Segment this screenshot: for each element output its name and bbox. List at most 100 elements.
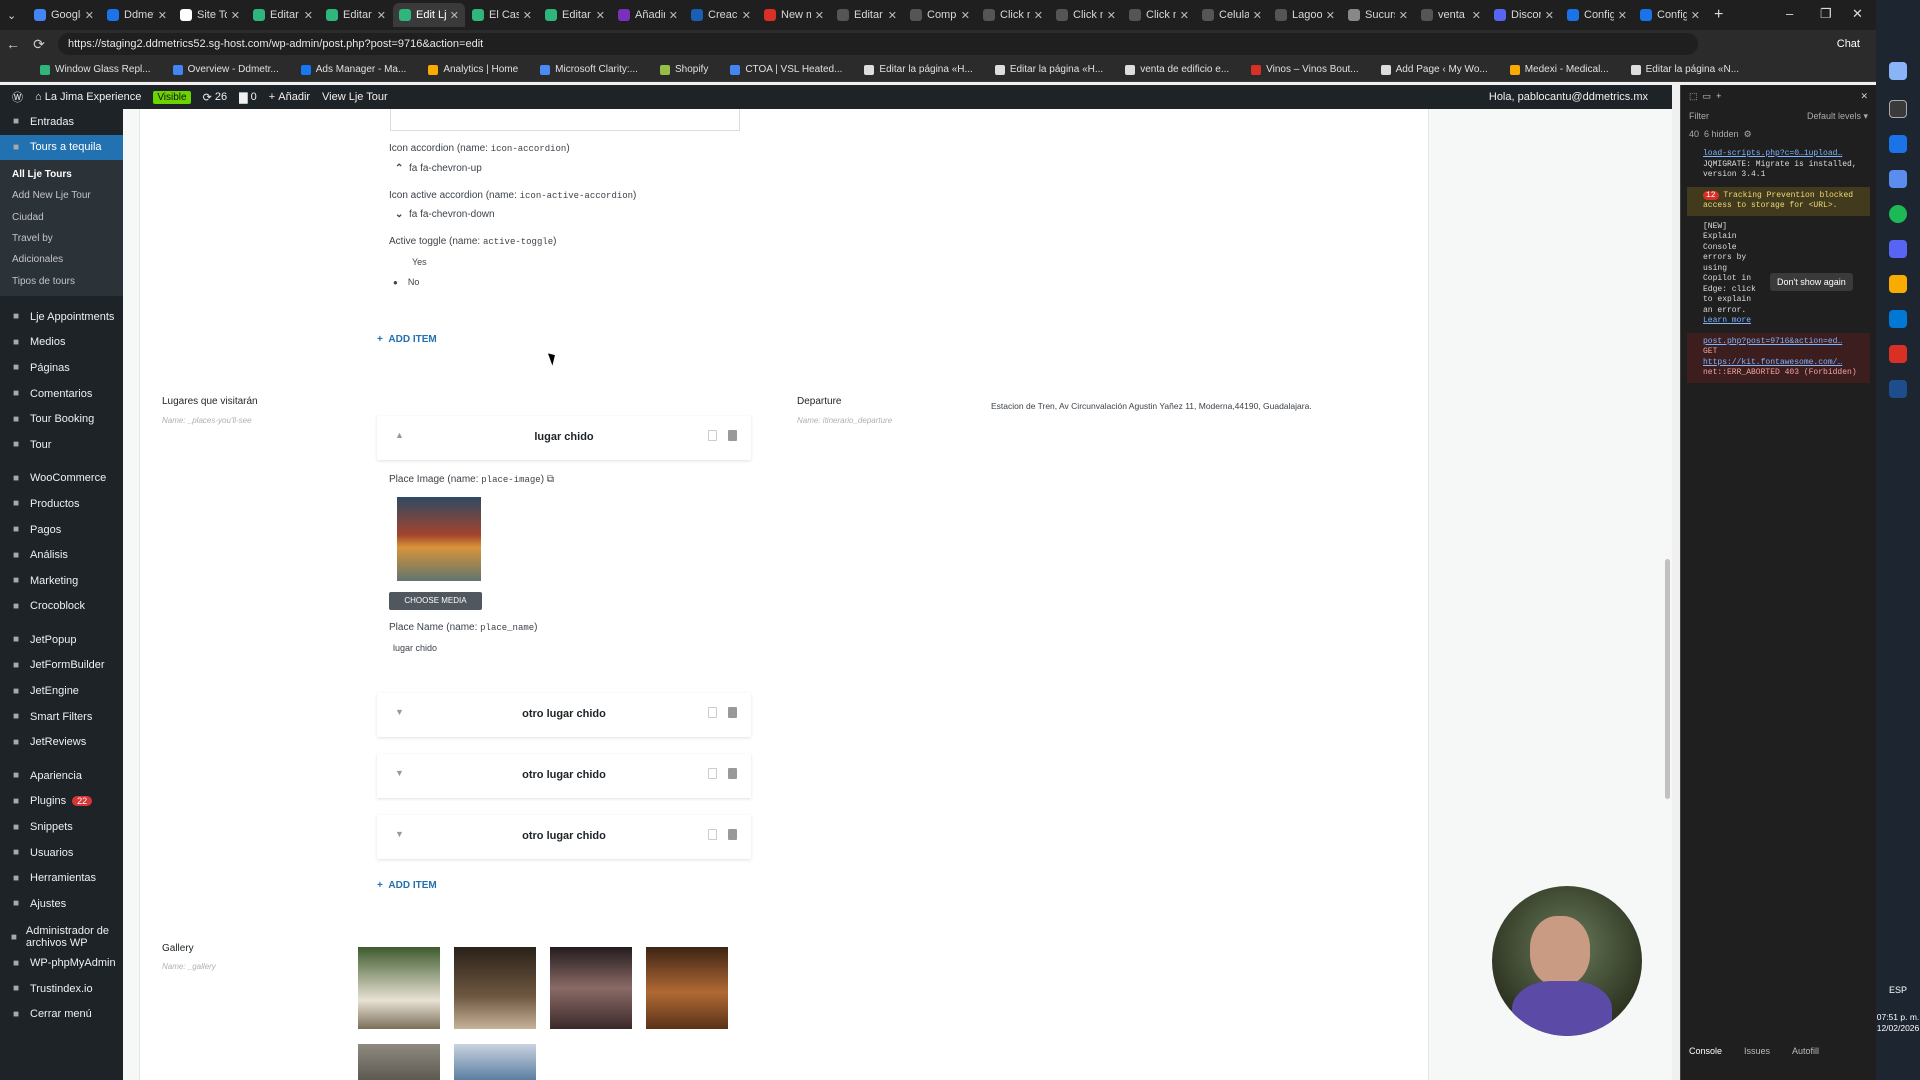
close-tab-icon[interactable]: ✕: [1034, 9, 1043, 22]
close-tab-icon[interactable]: ✕: [1472, 9, 1481, 22]
sidebar-item[interactable]: ■ Smart Filters: [0, 704, 123, 730]
radio-no[interactable]: ● No: [393, 277, 419, 287]
sidebar-subitem[interactable]: Tipos de tours: [0, 271, 123, 292]
sidebar-item[interactable]: ■ Snippets: [0, 814, 123, 840]
autofill-tab[interactable]: Autofill: [1792, 1046, 1819, 1056]
url-input[interactable]: https://staging2.ddmetrics52.sg-host.com…: [58, 33, 1698, 55]
trash-icon[interactable]: [728, 707, 737, 718]
sidebar-item[interactable]: ■ Ajustes: [0, 891, 123, 917]
bookmark-item[interactable]: CTOA | VSL Heated...: [730, 64, 842, 75]
sidebar-item[interactable]: ■ Comentarios: [0, 381, 123, 407]
sidebar-item[interactable]: ■ Tour: [0, 432, 123, 458]
inspect-icon[interactable]: ⬚: [1689, 91, 1698, 102]
add-new-link[interactable]: + Añadir: [269, 91, 310, 103]
bookmark-item[interactable]: Editar la página «H...: [994, 64, 1103, 75]
repeater-item-header[interactable]: ▼ otro lugar chido: [377, 693, 751, 737]
browser-tab[interactable]: Creació ✕: [685, 3, 757, 27]
sidebar-item[interactable]: ■ Medios: [0, 330, 123, 356]
browser-tab[interactable]: Lagoon ✕: [1269, 3, 1341, 27]
sidebar-item[interactable]: ■ WP-phpMyAdmin: [0, 950, 123, 976]
gear-icon[interactable]: ⚙: [1744, 129, 1752, 140]
levels-dropdown[interactable]: Default levels ▾: [1807, 111, 1868, 122]
gallery-image[interactable]: [454, 1044, 536, 1080]
maximize-icon[interactable]: ❐: [1820, 6, 1832, 22]
language-indicator[interactable]: ESP: [1876, 985, 1920, 995]
close-tab-icon[interactable]: ✕: [1107, 9, 1116, 22]
refresh-icon[interactable]: ⟳: [26, 36, 52, 53]
place-name-input[interactable]: lugar chido: [393, 643, 437, 653]
acrobat-icon[interactable]: [1889, 345, 1907, 363]
bookmark-item[interactable]: Editar la página «N...: [1630, 64, 1739, 75]
gallery-image[interactable]: [646, 947, 728, 1029]
bookmark-item[interactable]: Vinos – Vinos Bout...: [1251, 64, 1359, 75]
browser-tab[interactable]: Config ✕: [1634, 3, 1706, 27]
trash-icon[interactable]: [728, 829, 737, 840]
sidebar-item[interactable]: ■ Pagos: [0, 517, 123, 543]
choose-media-button[interactable]: CHOOSE MEDIA: [389, 592, 482, 610]
content-scrollbar[interactable]: [1665, 559, 1670, 799]
tab-actions-icon[interactable]: ⌄: [1, 3, 27, 27]
browser-tab[interactable]: Click n ✕: [977, 3, 1049, 27]
copy-icon[interactable]: [708, 430, 717, 441]
copilot-icon[interactable]: [1889, 100, 1907, 118]
discord-icon[interactable]: [1889, 240, 1907, 258]
close-tab-icon[interactable]: ✕: [1399, 9, 1408, 22]
sidebar-item[interactable]: ■ Crocoblock: [0, 594, 123, 620]
browser-tab[interactable]: venta d ✕: [1415, 3, 1487, 27]
close-tab-icon[interactable]: ✕: [1691, 9, 1700, 22]
radio-yes[interactable]: Yes: [412, 257, 427, 267]
copy-icon[interactable]: [708, 768, 717, 779]
close-tab-icon[interactable]: ✕: [742, 9, 751, 22]
app-icon[interactable]: [1889, 62, 1907, 80]
bookmark-item[interactable]: Window Glass Repl...: [40, 64, 151, 75]
view-post-link[interactable]: View Lje Tour: [322, 91, 388, 103]
repeater-item-header[interactable]: ▼ otro lugar chido: [377, 815, 751, 859]
close-tab-icon[interactable]: ✕: [1253, 9, 1262, 22]
browser-tab[interactable]: New m ✕: [758, 3, 830, 27]
system-clock[interactable]: 07:51 p. m. 12/02/2026: [1876, 1012, 1920, 1034]
browser-tab[interactable]: Editar e ✕: [320, 3, 392, 27]
place-image-thumbnail[interactable]: [397, 497, 481, 581]
close-tab-icon[interactable]: ✕: [377, 9, 386, 22]
sidebar-item[interactable]: ■ Trustindex.io: [0, 976, 123, 1002]
browser-tab[interactable]: Compr ✕: [904, 3, 976, 27]
browser-tab[interactable]: Ddmetr ✕: [101, 3, 173, 27]
sidebar-item[interactable]: ■ JetPopup: [0, 627, 123, 653]
browser-tab[interactable]: Añadir ✕: [612, 3, 684, 27]
bookmark-item[interactable]: venta de edificio e...: [1125, 64, 1229, 75]
wordpress-logo-icon[interactable]: Ⓦ: [12, 89, 23, 105]
icon-active-accordion-select[interactable]: ⌄ fa fa-chevron-down: [395, 209, 495, 220]
bookmark-item[interactable]: Microsoft Clarity:...: [540, 64, 638, 75]
browser-tab[interactable]: Discord ✕: [1488, 3, 1560, 27]
add-item-button-top[interactable]: + ADD ITEM: [377, 334, 437, 345]
browser-tab[interactable]: El Castil ✕: [466, 3, 538, 27]
sidebar-item[interactable]: ■ WooCommerce: [0, 466, 123, 492]
fresco-icon[interactable]: [1889, 380, 1907, 398]
bookmark-item[interactable]: Add Page ‹ My Wo...: [1380, 64, 1488, 75]
browser-tab[interactable]: Editar e ✕: [247, 3, 319, 27]
bookmark-item[interactable]: Medexi - Medical...: [1509, 64, 1609, 75]
store-icon[interactable]: [1889, 310, 1907, 328]
close-tab-icon[interactable]: ✕: [158, 9, 167, 22]
repeater-item-header[interactable]: ▼ otro lugar chido: [377, 754, 751, 798]
close-tab-icon[interactable]: ✕: [596, 9, 605, 22]
sidebar-subitem[interactable]: Travel by: [0, 228, 123, 249]
back-icon[interactable]: ←: [0, 36, 26, 52]
close-tab-icon[interactable]: ✕: [815, 9, 824, 22]
spotify-icon[interactable]: [1889, 205, 1907, 223]
chat-button[interactable]: Chat: [1837, 38, 1860, 50]
add-tab-icon[interactable]: +: [1716, 91, 1721, 101]
device-icon[interactable]: ▭: [1703, 91, 1712, 102]
sidebar-item[interactable]: ■ Páginas: [0, 355, 123, 381]
browser-tab[interactable]: Editar e ✕: [539, 3, 611, 27]
sidebar-subitem[interactable]: Add New Lje Tour: [0, 185, 123, 206]
gallery-image[interactable]: [550, 947, 632, 1029]
sidebar-item[interactable]: ■ Marketing: [0, 568, 123, 594]
sidebar-item[interactable]: ■ JetFormBuilder: [0, 653, 123, 679]
bookmark-item[interactable]: Analytics | Home: [428, 64, 518, 75]
trash-icon[interactable]: [728, 430, 737, 441]
settings-app-icon[interactable]: [1889, 170, 1907, 188]
close-tab-icon[interactable]: ✕: [523, 9, 532, 22]
account-greeting[interactable]: Hola, pablocantu@ddmetrics.mx: [1489, 91, 1648, 103]
add-item-button-bottom[interactable]: + ADD ITEM: [377, 880, 437, 891]
